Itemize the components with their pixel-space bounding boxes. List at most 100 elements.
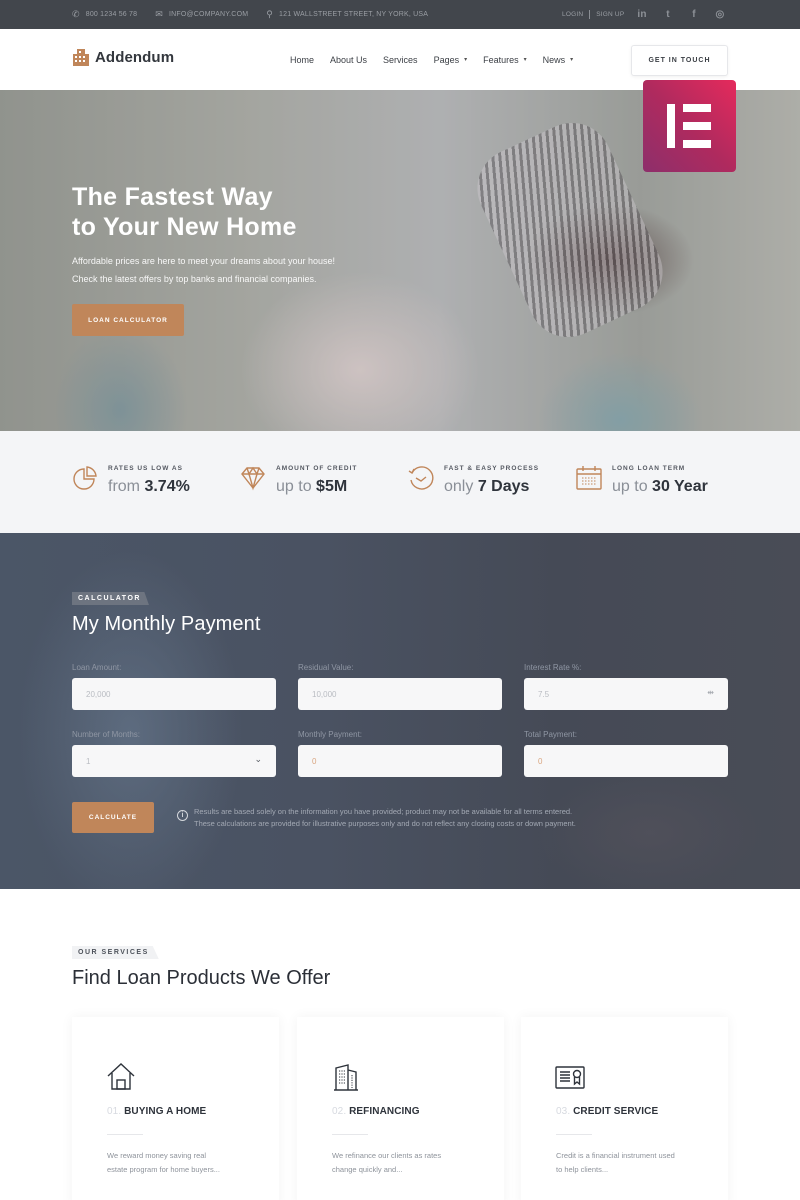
description-line: We reward money saving real xyxy=(107,1151,207,1160)
caret-down-icon: ▾ xyxy=(570,57,574,63)
info-icon: i xyxy=(177,810,188,821)
phone-icon: ✆ xyxy=(72,9,80,19)
map-pin-icon: ⚲ xyxy=(266,9,274,19)
pie-chart-icon xyxy=(73,466,97,490)
services-section: OUR SERVICES Find Loan Products We Offer… xyxy=(0,889,800,1200)
nav-item-home[interactable]: Home xyxy=(290,55,314,65)
stat-number: 30 Year xyxy=(652,478,708,495)
calculator-disclaimer: Results are based solely on the informat… xyxy=(194,806,576,830)
instagram-icon[interactable]: ◎ xyxy=(715,9,725,20)
building-logo-icon xyxy=(73,49,89,66)
twitter-icon[interactable]: t xyxy=(663,9,673,20)
get-in-touch-button[interactable]: GET IN TOUCH xyxy=(631,45,728,76)
stat-term: LONG LOAN TERM up to 30 Year xyxy=(576,463,708,496)
diamond-icon xyxy=(241,466,265,491)
street-address: 121 WALLSTREET STREET, NY YORK, USA xyxy=(279,11,429,18)
calculator-title: My Monthly Payment xyxy=(72,613,261,635)
stat-prefix: up to xyxy=(276,478,312,495)
building-icon xyxy=(334,1064,358,1091)
loan-amount-label: Loan Amount: xyxy=(72,663,122,672)
email-address: INFO@COMPANY.COM xyxy=(168,11,249,18)
stat-label: RATES US LOW AS xyxy=(108,465,183,472)
hero-subtitle-line: Check the latest offers by top banks and… xyxy=(72,274,317,284)
stat-label: FAST & EASY PROCESS xyxy=(444,465,540,472)
stat-number: $5M xyxy=(316,478,348,495)
brand-name: Addendum xyxy=(95,48,175,66)
interest-rate-input[interactable]: 7.5 ⇹ xyxy=(524,678,728,710)
logo[interactable]: Addendum xyxy=(72,48,174,66)
description-line: We refinance our clients as rates xyxy=(332,1151,442,1160)
nav-label: Features xyxy=(483,54,519,65)
loan-calculator-button[interactable]: LOAN CALCULATOR xyxy=(72,304,184,336)
stat-number: 7 Days xyxy=(477,478,530,495)
service-title: 01. BUYING A HOME xyxy=(107,1106,206,1117)
stat-label: LONG LOAN TERM xyxy=(612,465,686,472)
house-icon xyxy=(107,1063,135,1090)
nav-label: Pages xyxy=(433,54,460,65)
linkedin-icon[interactable]: in xyxy=(637,9,647,20)
months-label: Number of Months: xyxy=(72,730,141,739)
divider xyxy=(332,1134,368,1135)
service-name: CREDIT SERVICE xyxy=(573,1106,659,1117)
address-item: ⚲ 121 WALLSTREET STREET, NY YORK, USA xyxy=(266,10,428,19)
signup-link[interactable]: SIGN UP xyxy=(596,11,624,18)
stat-value: up to $5M xyxy=(276,478,357,496)
residual-value-label: Residual Value: xyxy=(298,663,354,672)
monthly-payment-output: 0 xyxy=(298,745,502,777)
service-description: Credit is a financial instrument used to… xyxy=(556,1149,696,1177)
elementor-logo-icon xyxy=(643,80,736,172)
description-line: Credit is a financial instrument used xyxy=(556,1151,675,1160)
disclaimer-line: Results are based solely on the informat… xyxy=(194,807,573,816)
phone-item[interactable]: ✆ 800 1234 56 78 xyxy=(72,10,137,19)
contact-info: ✆ 800 1234 56 78 ✉ INFO@COMPANY.COM ⚲ 12… xyxy=(72,0,428,29)
residual-value-input[interactable]: 10,000 xyxy=(298,678,502,710)
service-title: 03. CREDIT SERVICE xyxy=(556,1106,658,1117)
calculate-button[interactable]: CALCULATE xyxy=(72,802,154,833)
service-title: 02. REFINANCING xyxy=(332,1106,420,1117)
spinner-icon[interactable]: ⇹ xyxy=(707,688,714,697)
interest-rate-label: Interest Rate %: xyxy=(524,663,582,672)
service-number: 03. xyxy=(556,1106,571,1117)
description-line: to help clients... xyxy=(556,1165,609,1174)
certificate-icon xyxy=(555,1066,585,1089)
loan-amount-input[interactable]: 20,000 xyxy=(72,678,276,710)
services-title: Find Loan Products We Offer xyxy=(72,967,331,989)
services-tag: OUR SERVICES xyxy=(72,946,159,959)
email-item[interactable]: ✉ INFO@COMPANY.COM xyxy=(155,10,248,19)
service-number: 01. xyxy=(107,1106,122,1117)
calculator-tag: CALCULATOR xyxy=(72,592,149,605)
hero-subtitle-line: Affordable prices are here to meet your … xyxy=(72,256,335,266)
description-line: change quickly and... xyxy=(332,1165,403,1174)
envelope-icon: ✉ xyxy=(155,9,163,19)
service-card-credit[interactable]: 03. CREDIT SERVICE Credit is a financial… xyxy=(521,1017,728,1200)
total-payment-label: Total Payment: xyxy=(524,730,577,739)
clock-refresh-icon xyxy=(408,466,434,490)
nav-item-pages[interactable]: Pages ▾ xyxy=(434,55,468,65)
months-select[interactable]: 1 ⌄ xyxy=(72,745,276,777)
stats-strip: RATES US LOW AS from 3.74% AMOUNT OF CRE… xyxy=(0,431,800,533)
hero-title: The Fastest Way to Your New Home xyxy=(72,182,297,242)
nav-item-about-us[interactable]: About Us xyxy=(330,55,367,65)
nav-item-news[interactable]: News ▾ xyxy=(543,55,574,65)
total-payment-output: 0 xyxy=(524,745,728,777)
facebook-icon[interactable]: f xyxy=(689,9,699,20)
divider xyxy=(556,1134,592,1135)
stat-prefix: from xyxy=(108,478,140,495)
caret-down-icon: ▾ xyxy=(523,57,527,63)
description-line: estate program for home buyers... xyxy=(107,1165,220,1174)
stat-label: AMOUNT OF CREDIT xyxy=(276,465,358,472)
calendar-icon xyxy=(576,466,602,490)
stat-credit: AMOUNT OF CREDIT up to $5M xyxy=(240,463,357,496)
login-link[interactable]: LOGIN xyxy=(562,11,583,18)
top-bar: ✆ 800 1234 56 78 ✉ INFO@COMPANY.COM ⚲ 12… xyxy=(0,0,800,29)
nav-item-services[interactable]: Services xyxy=(383,55,418,65)
stat-value: only 7 Days xyxy=(444,478,539,496)
hero-title-line: The Fastest Way xyxy=(72,183,273,211)
main-menu: Home About Us Services Pages ▾ Features ▾ … xyxy=(290,29,573,90)
disclaimer-line: These calculations are provided for illu… xyxy=(194,819,576,828)
service-card-buying-home[interactable]: 01. BUYING A HOME We reward money saving… xyxy=(72,1017,279,1200)
service-description: We reward money saving real estate progr… xyxy=(107,1149,247,1177)
service-card-refinancing[interactable]: 02. REFINANCING We refinance our clients… xyxy=(297,1017,504,1200)
nav-label: News xyxy=(542,54,566,65)
nav-item-features[interactable]: Features ▾ xyxy=(483,55,527,65)
